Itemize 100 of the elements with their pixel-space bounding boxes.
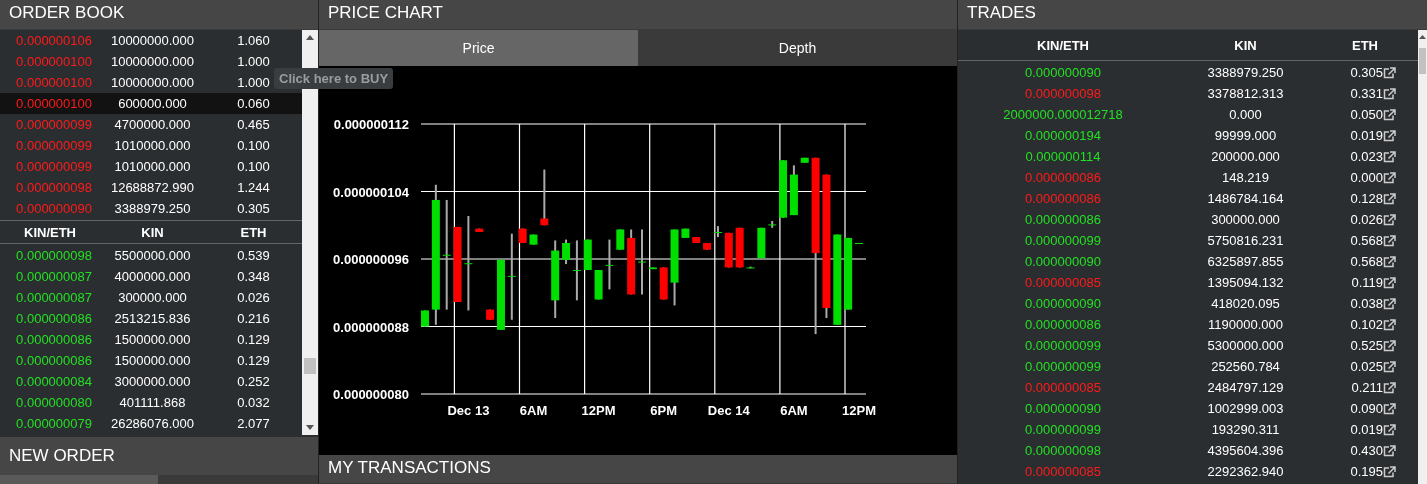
order-row[interactable]: 0.000000100 600000.000 0.060 — [0, 93, 302, 114]
external-link-icon[interactable] — [1383, 402, 1396, 415]
price-cell-text: 0.000000090 — [1024, 296, 1102, 311]
price-cell-text: 0.000000099 — [1024, 338, 1102, 353]
external-link-icon[interactable] — [1383, 318, 1396, 331]
price-cell: 0.000000084 — [16, 374, 92, 389]
price-cell: 0.000000090 — [16, 201, 92, 216]
total-cell: 0.216 — [237, 311, 270, 326]
order-row[interactable]: 0.000000099 1010000.000 0.100 — [0, 135, 302, 156]
scroll-thumb[interactable] — [304, 358, 316, 374]
candle — [855, 241, 863, 245]
price-cell: 0.000000080 — [16, 395, 92, 410]
external-link-icon[interactable] — [1383, 234, 1396, 247]
order-row[interactable]: 0.000000090 3388979.250 0.305 — [0, 198, 302, 219]
price-cell: 0.000000098 — [16, 180, 92, 195]
order-row[interactable]: 0.000000086 1500000.000 0.129 — [0, 350, 302, 371]
axis-label: Dec 14 — [707, 403, 750, 418]
axis-label: 0.000000104 — [333, 184, 409, 200]
price-cell-text: 0.000000090 — [1024, 401, 1102, 416]
external-link-icon[interactable] — [1383, 150, 1396, 163]
candle — [583, 238, 592, 271]
scroll-up-icon[interactable] — [306, 35, 314, 40]
candle — [540, 168, 549, 227]
total-cell: 2.077 — [237, 416, 270, 431]
order-row[interactable]: 0.000000106 10000000.000 1.060 — [0, 30, 302, 51]
external-link-icon[interactable] — [1383, 444, 1396, 457]
price-cell: 0.000000099 — [16, 159, 92, 174]
order-row[interactable]: 0.000000098 12688872.990 1.244 — [0, 177, 302, 198]
scroll-down-icon[interactable] — [306, 425, 314, 430]
order-row[interactable]: 0.000000086 2513215.836 0.216 — [0, 308, 302, 329]
amount-cell-text: 200000.000 — [1210, 149, 1281, 164]
price-cell-text: 0.000000086 — [1024, 317, 1102, 332]
order-row[interactable]: 0.000000098 5500000.000 0.539 — [0, 245, 302, 266]
axis-label: 0.000000080 — [333, 387, 409, 402]
external-link-icon[interactable] — [1383, 66, 1396, 79]
scroll-up-icon[interactable] — [1419, 35, 1426, 39]
external-link-icon[interactable] — [1383, 465, 1396, 478]
amount-cell-text: 1395094.132 — [1206, 275, 1285, 290]
external-link-icon[interactable] — [1383, 129, 1396, 142]
external-link-icon[interactable] — [1383, 297, 1396, 310]
order-row[interactable]: 0.000000079 26286076.000 2.077 — [0, 413, 302, 434]
order-row[interactable]: 0.000000087 300000.000 0.026 — [0, 287, 302, 308]
external-link-icon[interactable] — [1383, 171, 1396, 184]
column-header: KIN — [1233, 37, 1258, 53]
order-row[interactable]: 0.000000080 401111.868 0.032 — [0, 392, 302, 413]
total-cell: 0.026 — [1350, 212, 1383, 227]
scrollbar[interactable] — [1418, 30, 1427, 484]
order-row[interactable]: 0.000000087 4000000.000 0.348 — [0, 266, 302, 287]
external-link-icon[interactable] — [1383, 381, 1396, 394]
price-cell: 0.000000087 — [16, 269, 92, 284]
total-cell: 0.348 — [237, 269, 270, 284]
amount-cell-text: 2292362.940 — [1206, 464, 1285, 479]
amount-cell-text: 5750816.231 — [1206, 233, 1285, 248]
amount-cell: 1010000.000 — [114, 159, 191, 174]
price-cell-text: 0.000000085 — [1024, 275, 1102, 290]
price-cell-text: 0.000000098 — [1024, 86, 1102, 101]
axis-label: 6PM — [650, 403, 678, 418]
total-cell: 1.244 — [237, 180, 270, 195]
order-row[interactable]: 0.000000086 1500000.000 0.129 — [0, 329, 302, 350]
amount-cell: 4700000.000 — [114, 117, 191, 132]
price-cell-text: 0.000000085 — [1024, 380, 1102, 395]
total-cell: 0.430 — [1350, 443, 1383, 458]
price-cell-text: 0.000000086 — [1024, 170, 1102, 185]
candle — [529, 233, 538, 246]
amount-cell-text: 418020.095 — [1210, 296, 1281, 311]
price-cell: 0.000000099 — [16, 117, 92, 132]
external-link-icon[interactable] — [1383, 339, 1396, 352]
order-row[interactable]: 0.000000084 3000000.000 0.252 — [0, 371, 302, 392]
axis-label: 0.000000096 — [333, 252, 409, 267]
axis-label: 0.000000112 — [333, 117, 409, 132]
external-link-icon[interactable] — [1383, 192, 1396, 205]
external-link-icon[interactable] — [1383, 423, 1396, 436]
amount-cell-text: 5300000.000 — [1206, 338, 1285, 353]
external-link-icon[interactable] — [1383, 360, 1396, 373]
external-link-icon[interactable] — [1383, 255, 1396, 268]
candle — [789, 164, 798, 217]
axis-label: 12PM — [581, 403, 616, 418]
candle — [746, 265, 755, 270]
external-link-icon[interactable] — [1383, 213, 1396, 226]
total-cell: 0.195 — [1350, 464, 1383, 479]
axis-label: 6AM — [780, 403, 808, 418]
external-link-icon[interactable] — [1383, 108, 1396, 121]
chart-tab[interactable]: Depth — [638, 30, 957, 66]
order-row[interactable]: 0.000000099 1010000.000 0.100 — [0, 156, 302, 177]
column-header: ETH — [1352, 37, 1378, 53]
amount-cell: 2513215.836 — [114, 311, 191, 326]
chart-tab[interactable]: Price — [319, 30, 638, 66]
order-row[interactable]: 0.000000099 4700000.000 0.465 — [0, 114, 302, 135]
external-link-icon[interactable] — [1383, 87, 1396, 100]
total-cell: 0.568 — [1350, 254, 1383, 269]
column-header: KIN/ETH — [1036, 37, 1090, 53]
total-cell: 1.000 — [237, 75, 270, 90]
amount-cell-text: 0.000 — [1228, 107, 1263, 122]
total-cell: 0.102 — [1350, 317, 1383, 332]
external-link-icon[interactable] — [1383, 276, 1396, 289]
amount-cell-text: 148.219 — [1221, 170, 1270, 185]
scroll-thumb[interactable] — [1419, 48, 1426, 74]
price-cell-text: 0.000000086 — [1024, 212, 1102, 227]
total-cell: 0.252 — [237, 374, 270, 389]
total-cell: 0.032 — [237, 395, 270, 410]
